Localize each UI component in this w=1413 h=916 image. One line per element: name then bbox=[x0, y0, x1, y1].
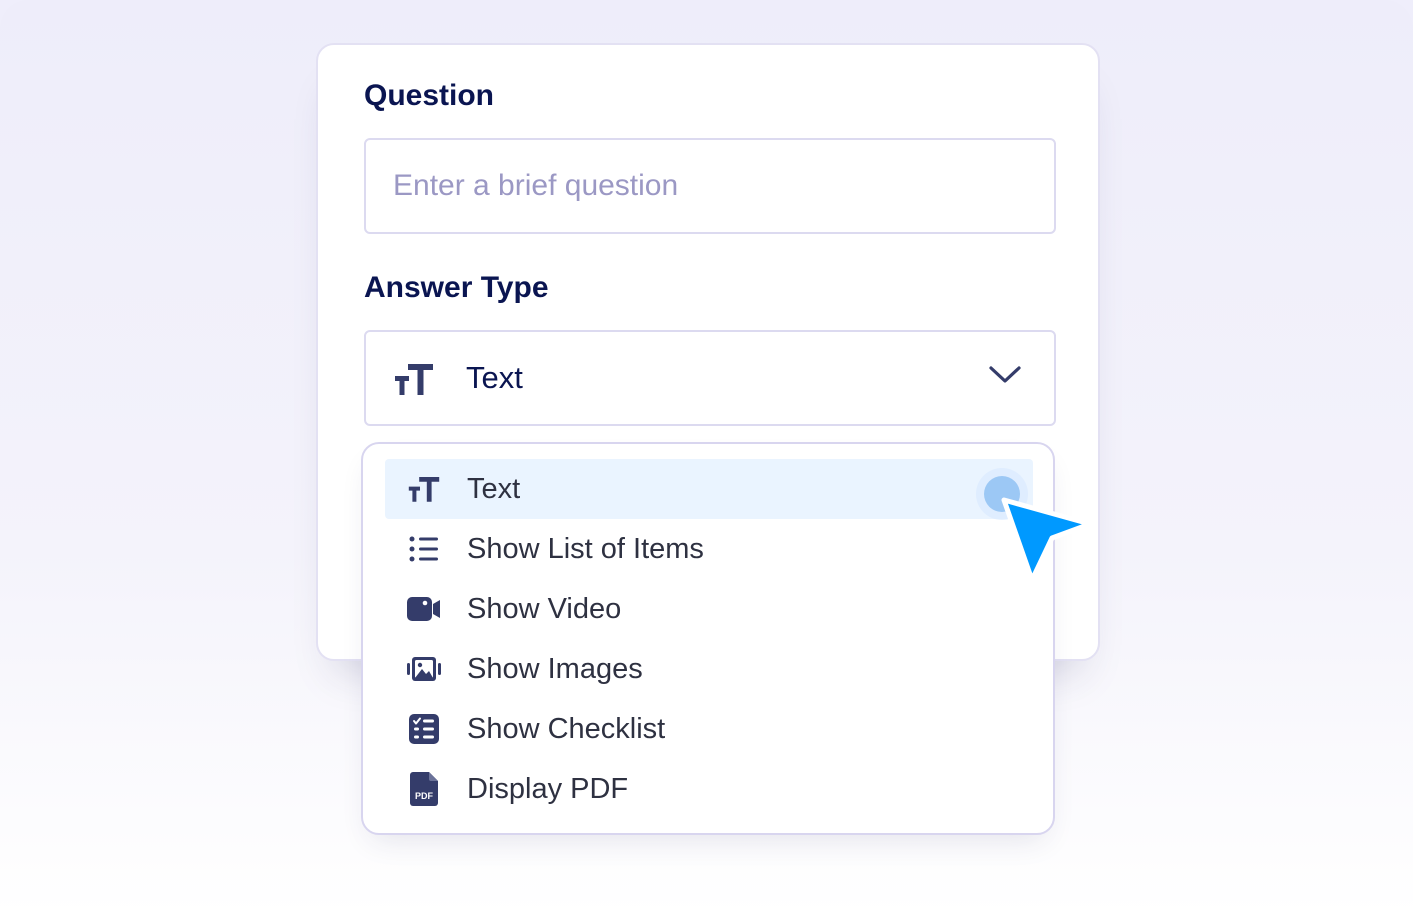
answer-type-dropdown-menu: Text Show List of Items Show Video Show … bbox=[361, 442, 1055, 835]
option-label: Show Images bbox=[467, 653, 643, 685]
dropdown-option-list[interactable]: Show List of Items bbox=[385, 519, 1033, 579]
option-label: Text bbox=[467, 473, 521, 505]
answer-type-label: Answer Type bbox=[364, 271, 549, 304]
video-camera-icon bbox=[407, 593, 441, 625]
dropdown-option-checklist[interactable]: Show Checklist bbox=[385, 699, 1033, 759]
question-input[interactable]: Enter a brief question bbox=[364, 138, 1056, 234]
chevron-down-icon bbox=[989, 366, 1021, 383]
dropdown-option-pdf[interactable]: PDF Display PDF bbox=[385, 759, 1033, 819]
mouse-cursor-pointer-icon bbox=[976, 468, 1093, 583]
option-label: Display PDF bbox=[467, 773, 629, 805]
question-label: Question bbox=[364, 79, 495, 112]
pdf-icon-text: PDF bbox=[415, 791, 434, 801]
checklist-icon bbox=[407, 713, 441, 745]
dropdown-option-text[interactable]: Text bbox=[385, 459, 1033, 519]
dropdown-option-video[interactable]: Show Video bbox=[385, 579, 1033, 639]
list-icon bbox=[407, 533, 441, 565]
image-gallery-icon bbox=[407, 653, 441, 685]
answer-type-select[interactable]: Text bbox=[364, 330, 1056, 426]
option-label: Show Checklist bbox=[467, 713, 666, 745]
option-label: Show List of Items bbox=[467, 533, 704, 565]
text-size-icon bbox=[407, 473, 441, 505]
option-label: Show Video bbox=[467, 593, 622, 625]
answer-type-selected-value: Text bbox=[466, 360, 523, 395]
text-size-icon bbox=[395, 364, 433, 395]
dropdown-option-images[interactable]: Show Images bbox=[385, 639, 1033, 699]
pdf-file-icon: PDF bbox=[407, 772, 441, 806]
question-placeholder: Enter a brief question bbox=[393, 169, 679, 202]
